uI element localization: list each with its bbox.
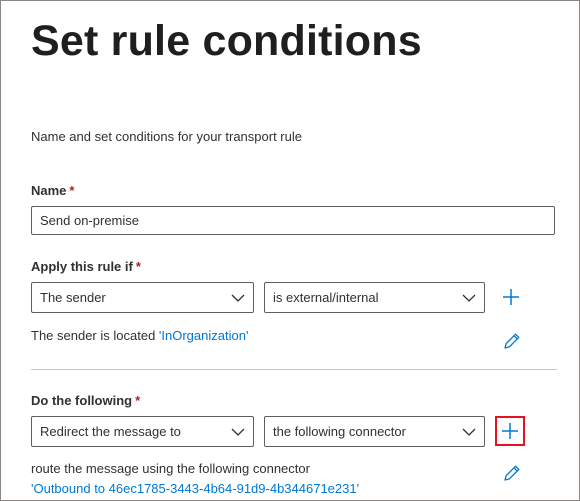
pencil-icon[interactable] [502,463,522,483]
required-marker: * [135,393,141,408]
operator-dropdown-value: is external/internal [273,290,379,305]
action-dropdown[interactable]: Redirect the message to [31,416,254,447]
action-value-link[interactable]: 'Outbound to 46ec1785-3443-4b64-91d9-4b3… [31,481,359,496]
do-following-label: Do the following * [31,393,140,408]
target-dropdown-value: the following connector [273,424,406,439]
page-subtitle: Name and set conditions for your transpo… [31,129,302,144]
name-label-text: Name [31,183,67,198]
chevron-down-icon [462,294,476,302]
apply-rule-label-text: Apply this rule if [31,259,133,274]
pencil-icon[interactable] [502,331,522,351]
action-dropdown-value: Redirect the message to [40,424,181,439]
condition-summary-text: The sender is located [31,328,156,343]
page-title: Set rule conditions [31,17,422,65]
action-summary-text: route the message using the following co… [31,461,310,476]
required-marker: * [135,259,141,274]
condition-value-link[interactable]: 'InOrganization' [159,328,249,343]
chevron-down-icon [231,294,245,302]
chevron-down-icon [231,428,245,436]
target-dropdown[interactable]: the following connector [264,416,485,447]
condition-summary: The sender is located 'InOrganization' [31,328,248,343]
condition-dropdown-value: The sender [40,290,106,305]
set-rule-conditions-panel: Set rule conditions Name and set conditi… [0,0,580,501]
chevron-down-icon [462,428,476,436]
name-label: Name * [31,183,74,198]
plus-icon [503,289,519,305]
add-action-button[interactable] [495,416,525,446]
plus-icon [502,423,518,439]
do-following-label-text: Do the following [31,393,133,408]
apply-rule-label: Apply this rule if * [31,259,141,274]
required-marker: * [69,183,75,198]
condition-dropdown[interactable]: The sender [31,282,254,313]
add-condition-button[interactable] [496,282,526,312]
rule-name-input[interactable]: Send on-premise [31,206,555,235]
operator-dropdown[interactable]: is external/internal [264,282,485,313]
section-divider [31,369,557,370]
